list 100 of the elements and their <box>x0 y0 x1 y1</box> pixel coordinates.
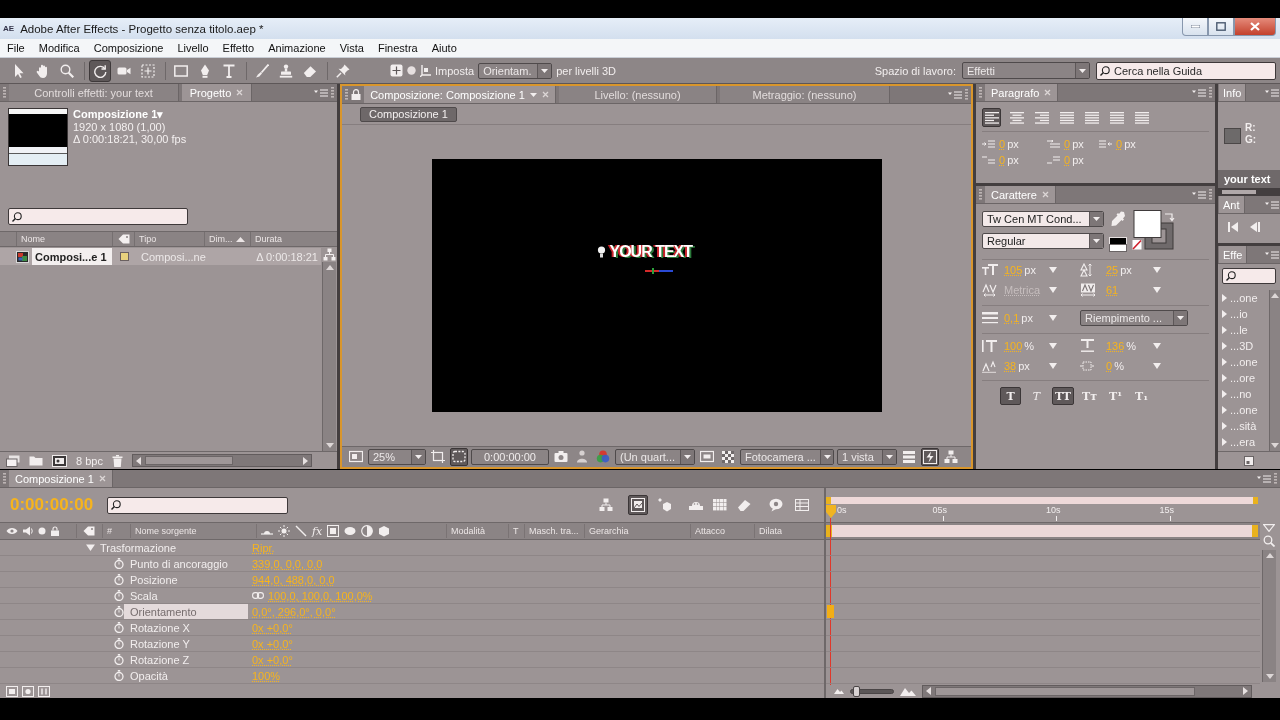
indent-value[interactable]: 0 <box>1064 153 1071 166</box>
text-style-button[interactable]: T¹ <box>1105 387 1126 405</box>
orientation-dropdown[interactable]: Orientam. <box>478 62 553 79</box>
minimize-button[interactable] <box>1182 18 1208 36</box>
menu-item[interactable]: Finestra <box>370 39 425 57</box>
column-header[interactable]: Nome <box>21 234 45 244</box>
horizontal-scrollbar[interactable] <box>131 454 312 467</box>
panel-tab[interactable]: Progetto <box>182 84 252 101</box>
value-menu-arrow-icon[interactable] <box>1049 315 1057 321</box>
search-field[interactable]: Cerca nella Guida <box>1096 61 1276 80</box>
first-frame-icon[interactable] <box>1228 222 1238 232</box>
resolution-dropdown[interactable]: (Un quart... <box>615 449 695 465</box>
pane-toggle-icon[interactable] <box>22 685 34 697</box>
column-header[interactable]: Dim... <box>209 234 233 244</box>
property-value[interactable]: 0,0°, 296,0°, 0,0° <box>252 605 336 618</box>
canvas-text-layer[interactable]: YOUR TEXT <box>609 243 693 261</box>
large-mountain-icon[interactable] <box>900 686 916 696</box>
menu-item[interactable]: Effetto <box>215 39 262 57</box>
axis-icon[interactable] <box>420 64 431 77</box>
effect-category-item[interactable]: ...no <box>1218 386 1269 402</box>
close-button[interactable] <box>1234 18 1276 36</box>
panel-tab[interactable]: Controlli effetti: your text <box>9 84 179 101</box>
panel-menu-icon[interactable] <box>1265 250 1279 259</box>
search-field[interactable] <box>8 208 188 225</box>
vertical-scrollbar[interactable] <box>322 262 336 451</box>
panel-menu-icon[interactable] <box>1265 88 1279 97</box>
menu-item[interactable]: Composizione <box>86 39 171 57</box>
search-field[interactable] <box>1222 268 1276 284</box>
panel-tab[interactable]: Effe <box>1219 246 1248 263</box>
pane-toggle-icon[interactable] <box>6 685 18 697</box>
column-header[interactable]: Durata <box>255 234 282 244</box>
property-value[interactable]: 100% <box>252 669 281 682</box>
indent-value[interactable]: 0 <box>1116 137 1123 150</box>
flowchart-icon[interactable] <box>322 248 336 261</box>
toggle-button[interactable] <box>450 448 468 466</box>
tool-button[interactable] <box>89 59 111 82</box>
vertical-scrollbar[interactable] <box>1269 290 1280 451</box>
value-menu-arrow-icon[interactable] <box>1049 287 1057 293</box>
text-style-button[interactable]: TT <box>1052 387 1074 405</box>
stopwatch-icon[interactable] <box>114 574 124 585</box>
indent-value[interactable]: 0 <box>999 137 1006 150</box>
workspace-dropdown[interactable]: Effetti <box>962 62 1090 79</box>
item-name[interactable]: Composi...e 1 <box>32 248 112 265</box>
stacked-frames-icon[interactable] <box>6 454 20 467</box>
column-header[interactable]: Tipo <box>139 234 157 244</box>
menu-item[interactable]: Livello <box>170 39 216 57</box>
value-menu-arrow-icon[interactable] <box>1153 343 1161 349</box>
effect-category-item[interactable]: ...one <box>1218 402 1269 418</box>
toggle-button[interactable] <box>719 448 737 466</box>
column-header[interactable]: T <box>513 526 519 536</box>
link-icon[interactable] <box>252 592 264 599</box>
metric-value[interactable]: 136 <box>1106 340 1125 352</box>
panel-menu-icon[interactable] <box>1192 88 1206 97</box>
panel-tab[interactable]: Composizione 1 <box>9 470 113 487</box>
metric-value[interactable]: 61 <box>1106 284 1119 296</box>
panel-tab[interactable]: Livello: (nessuno) <box>559 86 717 103</box>
align-button[interactable] <box>982 108 1001 127</box>
metric-value[interactable]: 105 <box>1004 264 1023 276</box>
panel-tab[interactable]: Composizione: Composizione 1 <box>364 86 556 103</box>
default-colors-icon[interactable] <box>1109 237 1127 252</box>
triangle-down-icon[interactable] <box>86 543 95 552</box>
stopwatch-icon[interactable] <box>114 606 124 617</box>
value-menu-arrow-icon[interactable] <box>1153 287 1161 293</box>
property-value[interactable]: 339,0, 0,0, 0,0 <box>252 557 323 570</box>
metric-value[interactable]: 0 <box>1106 360 1113 372</box>
zoom-dropdown[interactable]: 25% <box>368 449 426 465</box>
text-style-button[interactable]: T <box>1000 387 1021 405</box>
work-area-bar[interactable] <box>826 497 1258 504</box>
folder-icon[interactable] <box>29 455 43 466</box>
previous-frame-icon[interactable] <box>1250 222 1260 232</box>
text-style-button[interactable]: Tᴛ <box>1079 387 1100 405</box>
panel-tab[interactable]: Paragrafo <box>985 84 1059 101</box>
stopwatch-icon[interactable] <box>114 622 124 633</box>
maximize-button[interactable] <box>1208 18 1234 36</box>
effect-category-item[interactable]: ...sità <box>1218 418 1269 434</box>
value-menu-arrow-icon[interactable] <box>1153 267 1161 273</box>
playhead-handle[interactable] <box>826 505 836 518</box>
reset-link[interactable]: Ripr. <box>252 541 275 554</box>
panel-tab[interactable]: Carattere <box>985 186 1056 203</box>
panel-menu-icon[interactable] <box>1257 474 1271 483</box>
effect-category-item[interactable]: ...one <box>1218 290 1269 306</box>
stopwatch-icon[interactable] <box>114 670 124 681</box>
toggle-button[interactable] <box>429 448 447 466</box>
column-header[interactable]: Dilata <box>759 526 782 536</box>
property-value[interactable]: 944,0, 488,0, 0,0 <box>252 573 335 586</box>
menu-item[interactable]: Vista <box>332 39 371 57</box>
comp-breadcrumb-button[interactable]: Composizione 1 <box>360 106 457 122</box>
menu-item[interactable]: Animazione <box>261 39 333 57</box>
stopwatch-icon[interactable] <box>114 638 124 649</box>
menu-item[interactable]: Modifica <box>31 39 87 57</box>
comp-name[interactable]: Composizione 1▾ <box>73 108 187 121</box>
plus-square-icon[interactable] <box>390 64 403 77</box>
views-dropdown[interactable]: 1 vista <box>837 449 897 465</box>
small-mountain-icon[interactable] <box>834 688 844 694</box>
menu-item[interactable]: Aiuto <box>424 39 464 57</box>
horizontal-scrollbar[interactable] <box>922 684 1252 698</box>
panel-menu-icon[interactable] <box>314 88 328 97</box>
column-header[interactable]: Masch. tra... <box>529 526 579 536</box>
eyedropper-icon[interactable] <box>1111 211 1125 227</box>
indent-value[interactable]: 0 <box>1064 137 1071 150</box>
